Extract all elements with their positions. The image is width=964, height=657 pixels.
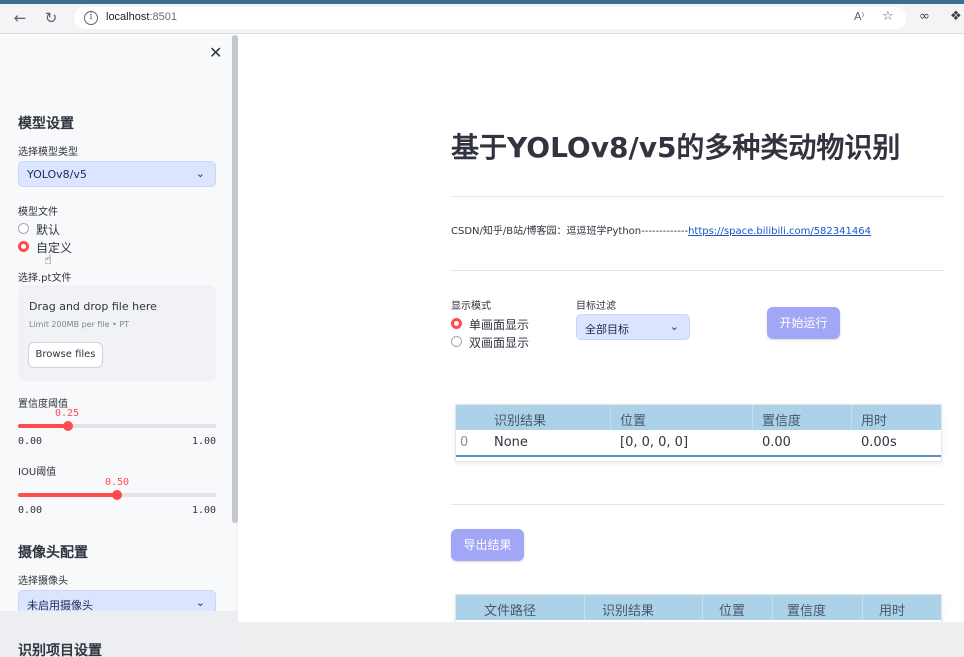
radio-button-icon [18,223,29,234]
iou-threshold-label: IOU阈值 [18,467,57,478]
table-bottom-border [456,455,941,457]
target-filter-select[interactable]: 全部目标 ⌄ [576,314,690,340]
credit-link[interactable]: https://space.bilibili.com/582341464 [688,226,871,237]
divider [451,196,945,197]
slider-thumb[interactable] [62,421,73,431]
back-arrow-icon[interactable]: ← [11,9,29,27]
table-cell: 0.00s [861,435,897,450]
radio-label: 单画面显示 [469,318,530,332]
iou-slider-max: 1.00 [192,505,217,516]
page-title: 基于YOLOv8/v5的多种类动物识别 [451,131,901,164]
table-cell: 0.00 [762,435,791,450]
radio-button-selected-icon [18,241,29,252]
credit-line: CSDN/知乎/B站/博客园：逗逗班学Python-------------ht… [451,222,871,237]
address-url[interactable]: localhost:8501 [106,11,177,23]
credit-text: CSDN/知乎/B站/博客园：逗逗班学Python------------- [451,226,689,237]
result-table: 识别结果 位置 置信度 用时 0 None [0, 0, 0, 0] 0.00 … [455,404,942,462]
confidence-slider-max: 1.00 [192,436,217,447]
column-divider [584,595,585,620]
file-uploader-dropzone[interactable]: Drag and drop file here Limit 200MB per … [18,285,216,381]
sidebar-scrollbar[interactable] [232,35,238,523]
infinity-icon[interactable]: ∞ [919,9,930,24]
model-section-title: 模型设置 [18,116,74,132]
address-bar[interactable]: i localhost:8501 A⁾ ☆ [74,7,906,29]
table-cell: [0, 0, 0, 0] [620,435,689,450]
model-type-select[interactable]: YOLOv8/v5 ⌄ [18,161,216,187]
column-header[interactable]: 位置 [719,600,745,619]
column-header[interactable]: 识别结果 [494,410,546,429]
pt-file-label: 选择.pt文件 [18,273,72,284]
uploader-limit-text: Limit 200MB per file • PT [29,320,130,329]
radio-label: 自定义 [36,241,73,255]
column-header[interactable]: 用时 [861,410,887,429]
favorite-star-icon[interactable]: ☆ [882,9,894,24]
radio-label: 默认 [36,223,61,237]
model-type-value: YOLOv8/v5 [27,168,87,181]
column-divider [752,405,753,430]
uploader-drag-text: Drag and drop file here [29,300,157,313]
column-divider [610,405,611,430]
column-header[interactable]: 识别结果 [602,600,654,619]
extensions-icon[interactable]: ❖ [950,9,962,24]
recognition-section-title: 识别项目设置 [18,643,102,657]
table-cell: None [494,435,528,450]
column-divider [851,405,852,430]
start-run-button[interactable]: 开始运行 [767,307,840,339]
camera-section-title: 摄像头配置 [18,545,88,561]
radio-button-icon [451,336,462,347]
column-header[interactable]: 用时 [879,600,905,619]
slider-fill [18,424,68,428]
window-top-bar [0,0,964,4]
column-header[interactable]: 位置 [620,410,646,429]
browse-files-button[interactable]: Browse files [28,342,103,368]
column-divider [772,595,773,620]
model-type-label: 选择模型类型 [18,147,78,158]
chevron-down-icon: ⌄ [195,596,205,609]
camera-select-label: 选择摄像头 [18,576,68,587]
export-results-button[interactable]: 导出结果 [451,529,524,561]
column-header[interactable]: 文件路径 [484,600,536,619]
divider [451,270,945,271]
column-divider [702,595,703,620]
close-sidebar-icon[interactable]: ✕ [209,43,222,62]
chevron-down-icon: ⌄ [669,320,679,333]
confidence-slider-value: 0.25 [54,408,80,419]
radio-button-selected-icon [451,318,462,329]
confidence-slider-min: 0.00 [18,436,43,447]
iou-slider-value: 0.50 [104,477,130,488]
column-header[interactable]: 置信度 [787,600,826,619]
table-header: 识别结果 位置 置信度 用时 [456,405,941,430]
divider [451,504,945,505]
table-header: 文件路径 识别结果 位置 置信度 用时 [456,595,941,620]
column-header[interactable]: 置信度 [762,410,801,429]
hand-cursor-icon: ☝ [44,253,52,268]
sidebar: ✕ 模型设置 选择模型类型 YOLOv8/v5 ⌄ 模型文件 默认 自定义 ☝ … [0,35,238,657]
sidebar-panel: ✕ 模型设置 选择模型类型 YOLOv8/v5 ⌄ 模型文件 默认 自定义 ☝ … [0,35,238,657]
target-filter-value: 全部目标 [585,323,629,336]
slider-fill [18,493,117,497]
reload-icon[interactable]: ↻ [42,9,60,27]
radio-label: 双画面显示 [469,336,530,350]
chevron-down-icon: ⌄ [195,167,205,180]
model-file-label: 模型文件 [18,207,58,218]
browser-toolbar: ← ↻ i localhost:8501 A⁾ ☆ ∞ ❖ [0,0,964,34]
iou-slider[interactable] [18,490,216,500]
slider-thumb[interactable] [112,490,122,500]
confidence-slider[interactable] [18,421,216,431]
target-filter-label: 目标过滤 [576,301,616,312]
column-divider [862,595,863,620]
read-aloud-icon[interactable]: A⁾ [854,10,864,23]
iou-slider-min: 0.00 [18,505,43,516]
site-info-icon[interactable]: i [84,11,98,25]
display-mode-label: 显示模式 [451,301,491,312]
page-bottom-strip [238,622,964,657]
row-index: 0 [460,435,469,450]
